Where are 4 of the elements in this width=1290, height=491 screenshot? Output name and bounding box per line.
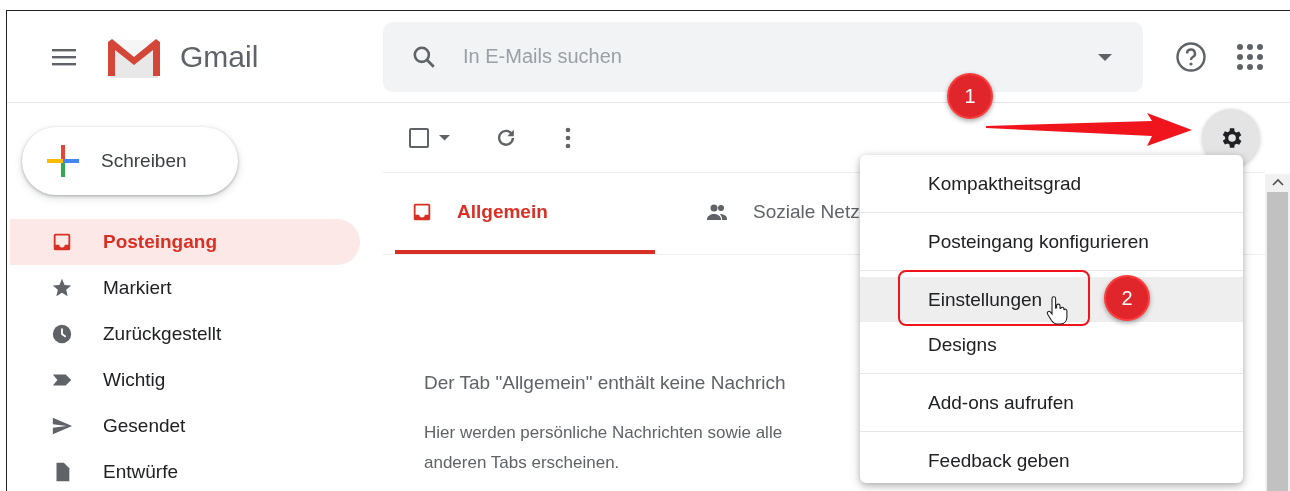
empty-state-title: Der Tab "Allgemein" enthält keine Nachrich bbox=[424, 372, 786, 394]
app-name: Gmail bbox=[180, 39, 259, 74]
step-badge: 1 bbox=[947, 73, 993, 119]
empty-state-text: Hier werden persönliche Nachrichten sowie alle anderen Tabs erscheinen. bbox=[424, 422, 783, 474]
